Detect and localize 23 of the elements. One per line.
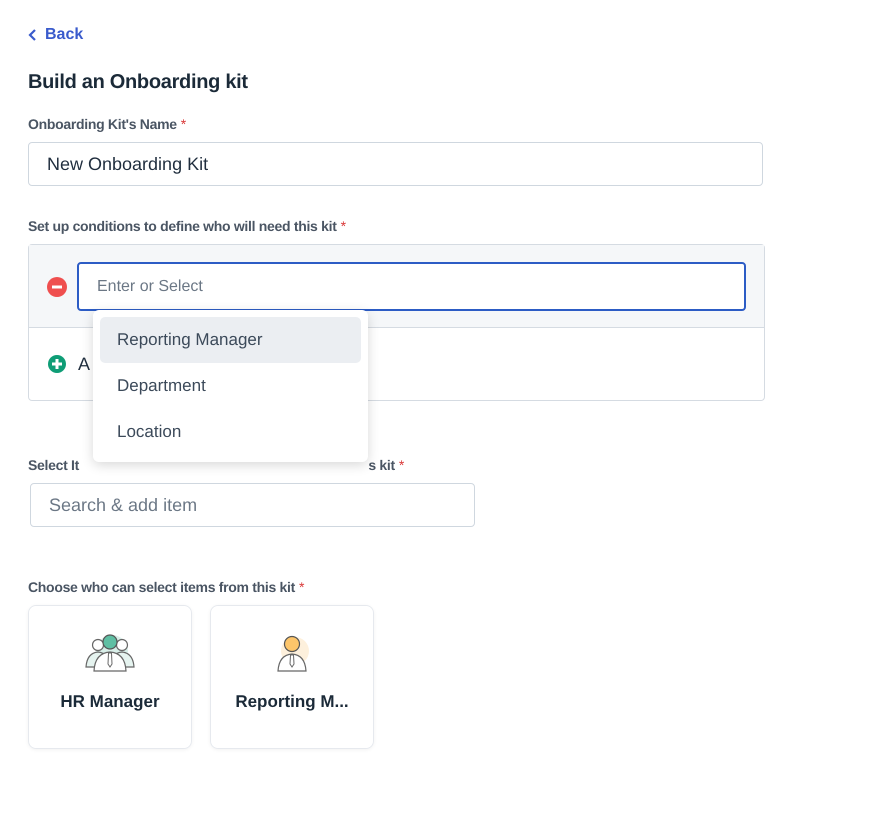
required-mark: * — [398, 457, 404, 473]
chevron-left-icon — [28, 28, 37, 42]
role-card[interactable]: HR Manager — [28, 605, 192, 749]
field-label: Onboarding Kit's Name — [28, 116, 177, 132]
page-title: Build an Onboarding kit — [28, 71, 249, 94]
required-mark: * — [340, 218, 346, 234]
remove-icon[interactable] — [47, 276, 67, 296]
dropdown-option[interactable]: Department — [100, 363, 361, 409]
search-field[interactable]: Search & add item — [30, 483, 475, 527]
add-condition-link[interactable]: A — [78, 354, 90, 374]
add-icon[interactable] — [48, 355, 66, 373]
field-label: Select It — [28, 457, 79, 473]
name-field[interactable]: New Onboarding Kit — [28, 142, 763, 186]
required-mark: * — [299, 579, 304, 595]
required-mark: * — [180, 116, 186, 132]
dropdown-option[interactable]: Reporting Manager — [100, 317, 361, 363]
role-card[interactable]: Reporting M... — [210, 605, 374, 749]
condition-field[interactable]: Enter or Select — [77, 262, 746, 311]
back-link[interactable]: Back — [28, 26, 84, 44]
dropdown-option[interactable]: Location — [100, 409, 361, 455]
field-label: Choose who can select items from this kit — [28, 579, 295, 595]
field-label: Set up conditions to define who will need this kit — [28, 218, 337, 234]
field-label: s kit — [368, 457, 395, 473]
